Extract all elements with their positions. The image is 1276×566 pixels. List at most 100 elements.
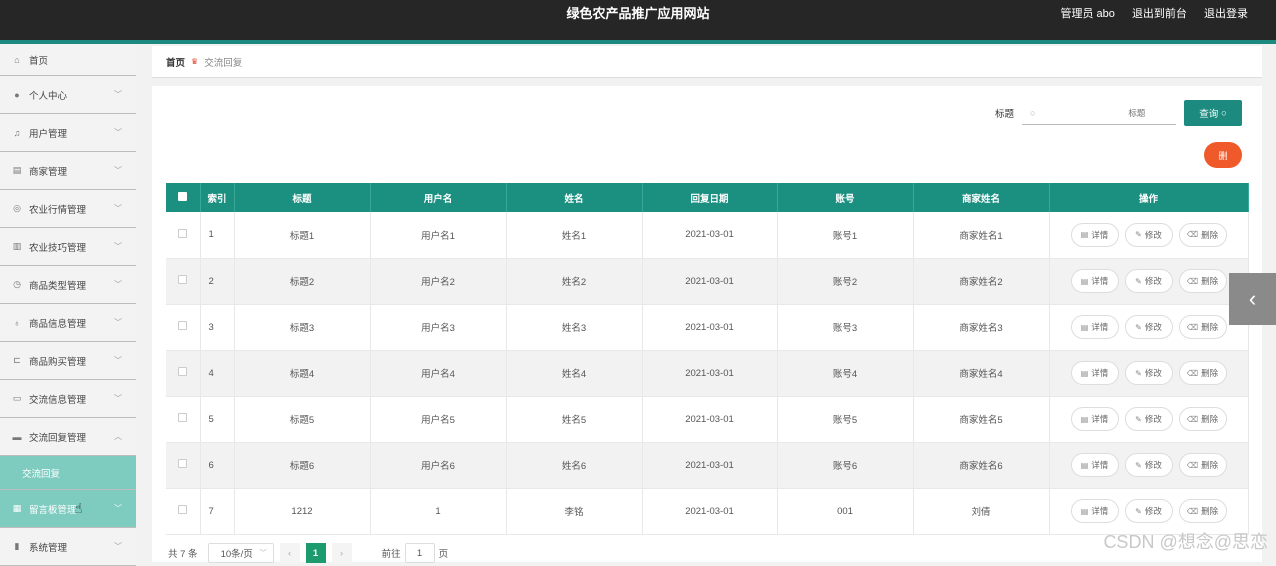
chevron-down-icon: ﹀ — [114, 280, 122, 289]
detail-button[interactable]: ▤ 详情 — [1070, 453, 1119, 477]
detail-button[interactable]: ▤ 详情 — [1070, 222, 1119, 247]
sidebar-item-label: 农业行情管理 — [29, 204, 87, 216]
row-checkbox[interactable] — [166, 304, 201, 351]
pencil-icon: ✎ — [1135, 368, 1142, 378]
cell-reply-date: 2021-03-01 — [642, 212, 778, 259]
pencil-icon: ✎ — [1135, 460, 1142, 470]
sidebar-item-system[interactable]: ▮ 系统管理 ﹀ — [0, 528, 136, 566]
logout-link[interactable]: 退出登录 — [1204, 8, 1248, 20]
edit-button[interactable]: ✎ 修改 — [1124, 361, 1173, 385]
sidebar-item-types[interactable]: ◷ 商品类型管理 ﹀ — [0, 266, 136, 304]
detail-button[interactable]: ▤ 详情 — [1070, 407, 1119, 431]
row-checkbox[interactable] — [166, 488, 201, 535]
search-input[interactable] — [1035, 107, 1146, 118]
delete-button[interactable]: ⌫ 删除 — [1178, 361, 1227, 385]
edit-label: 修改 — [1144, 414, 1162, 424]
sidebar-item-market[interactable]: ◎ 农业行情管理 ﹀ — [0, 190, 136, 228]
pagination: 共 7 条 10条/页 ﹀ ‹ 1 › 前往 1 页 — [168, 543, 448, 563]
detail-button[interactable]: ▤ 详情 — [1070, 315, 1119, 339]
delete-button[interactable]: ⌫ 删除 — [1178, 222, 1227, 247]
sidebar-item-label: 商品类型管理 — [29, 280, 87, 292]
cell-account: 账号3 — [777, 304, 914, 351]
bell-icon: ♫ — [13, 127, 21, 138]
sidebar-item-purchase[interactable]: ⊏ 商品购买管理 ﹀ — [0, 342, 136, 380]
search-field[interactable]: ○ — [1022, 101, 1176, 125]
accent-bar — [0, 40, 1276, 44]
front-link[interactable]: 退出到前台 — [1132, 8, 1187, 20]
compass-icon: ◎ — [13, 203, 21, 213]
page-size-select[interactable]: 10条/页 ﹀ — [207, 543, 274, 563]
breadcrumb-home[interactable]: 首页 — [166, 55, 185, 69]
row-checkbox[interactable] — [166, 396, 201, 443]
cell-index: 5 — [200, 396, 235, 443]
sidebar-item-goods[interactable]: ♁ 商品信息管理 ﹀ — [0, 304, 136, 342]
delete-button[interactable]: ⌫ 删除 — [1178, 453, 1227, 477]
sidebar-item-home[interactable]: ⌂ 首页 — [0, 44, 136, 76]
sidebar-item-label: 交流信息管理 — [29, 394, 87, 406]
cell-name: 姓名2 — [506, 258, 643, 305]
sidebar-item-exchange[interactable]: ▭ 交流信息管理 ﹀ — [0, 380, 136, 418]
col-account: 账号 — [777, 183, 914, 212]
sidebar-item-tips[interactable]: ▥ 农业技巧管理 ﹀ — [0, 228, 136, 266]
cell-actions: ▤ 详情 ✎ 修改 ⌫ 删除 — [1049, 212, 1249, 259]
detail-label: 详情 — [1091, 229, 1109, 240]
edit-button[interactable]: ✎ 修改 — [1124, 499, 1173, 523]
cell-title: 标题5 — [234, 396, 371, 443]
delete-button[interactable]: ⌫ 删除 — [1178, 499, 1227, 523]
monitor-icon: ▬ — [12, 431, 22, 442]
prev-page-button[interactable]: ‹ — [279, 543, 300, 563]
row-checkbox[interactable] — [166, 442, 201, 489]
sidebar-item-label: 商品信息管理 — [29, 318, 87, 330]
cell-reply-date: 2021-03-01 — [642, 488, 778, 535]
collapse-arrow-button[interactable]: ‹ — [1229, 273, 1276, 325]
trash-icon: ⌫ — [1186, 414, 1199, 424]
edit-label: 修改 — [1144, 506, 1162, 516]
edit-button[interactable]: ✎ 修改 — [1124, 315, 1173, 339]
detail-button[interactable]: ▤ 详情 — [1070, 499, 1119, 523]
top-right-links: 管理员 abo 退出到前台 退出登录 — [1046, 0, 1248, 28]
document-icon: ▤ — [1080, 276, 1089, 286]
delete-button[interactable]: ⌫ 删除 — [1178, 407, 1227, 431]
delete-button[interactable]: ⌫ 删除 — [1178, 315, 1227, 339]
edit-button[interactable]: ✎ 修改 — [1124, 453, 1173, 477]
detail-label: 详情 — [1091, 276, 1109, 286]
batch-delete-button[interactable]: 删 — [1204, 142, 1242, 168]
edit-button[interactable]: ✎ 修改 — [1124, 407, 1173, 431]
sidebar-item-label: 商品购买管理 — [29, 356, 87, 368]
page-number[interactable]: 1 — [305, 543, 326, 563]
sidebar-item-users[interactable]: ♫ 用户管理 ﹀ — [0, 114, 136, 152]
main-content: 首页 ♛ 交流回复 标题 ○ 查询 ○ 删 索引 标题 — [152, 46, 1262, 563]
sidebar-subitem-reply[interactable]: 交流回复 — [0, 456, 136, 490]
sidebar-item-label: 交流回复 — [22, 468, 61, 480]
goto-prefix: 前往 — [381, 549, 401, 560]
cell-merchant-name: 商家姓名5 — [913, 396, 1050, 443]
sidebar-item-reply-manage[interactable]: ▬ 交流回复管理 ︿ — [0, 418, 136, 456]
row-checkbox[interactable] — [166, 258, 201, 305]
user-icon: ● — [14, 89, 20, 100]
query-button[interactable]: 查询 ○ — [1184, 100, 1242, 126]
goto-input[interactable]: 1 — [404, 543, 435, 563]
row-checkbox[interactable] — [166, 350, 201, 397]
row-checkbox[interactable] — [166, 212, 201, 259]
select-all-checkbox[interactable] — [166, 183, 201, 212]
sidebar-item-merchants[interactable]: ▤ 商家管理 ﹀ — [0, 152, 136, 190]
cell-merchant-name: 商家姓名4 — [913, 350, 1050, 397]
col-username: 用户名 — [370, 183, 507, 212]
sidebar: ⌂ 首页 ● 个人中心 ﹀ ♫ 用户管理 ﹀ ▤ 商家管理 ﹀ ◎ 农业行情管理… — [0, 44, 136, 566]
detail-button[interactable]: ▤ 详情 — [1070, 361, 1119, 385]
edit-button[interactable]: ✎ 修改 — [1124, 269, 1173, 293]
detail-button[interactable]: ▤ 详情 — [1070, 269, 1119, 293]
chevron-down-icon: ﹀ — [114, 204, 122, 213]
edit-label: 修改 — [1144, 229, 1162, 240]
delete-button[interactable]: ⌫ 删除 — [1178, 269, 1227, 293]
sidebar-item-board[interactable]: ▦ 留言板管理 ﹀ — [0, 490, 136, 528]
cell-reply-date: 2021-03-01 — [642, 442, 778, 489]
pencil-icon: ✎ — [1135, 276, 1142, 286]
cell-reply-date: 2021-03-01 — [642, 258, 778, 305]
sidebar-item-personal[interactable]: ● 个人中心 ﹀ — [0, 76, 136, 114]
pencil-icon: ✎ — [1135, 230, 1142, 240]
cell-name: 姓名4 — [506, 350, 643, 397]
col-reply-date: 回复日期 — [642, 183, 778, 212]
edit-button[interactable]: ✎ 修改 — [1124, 222, 1173, 247]
next-page-button[interactable]: › — [331, 543, 352, 563]
